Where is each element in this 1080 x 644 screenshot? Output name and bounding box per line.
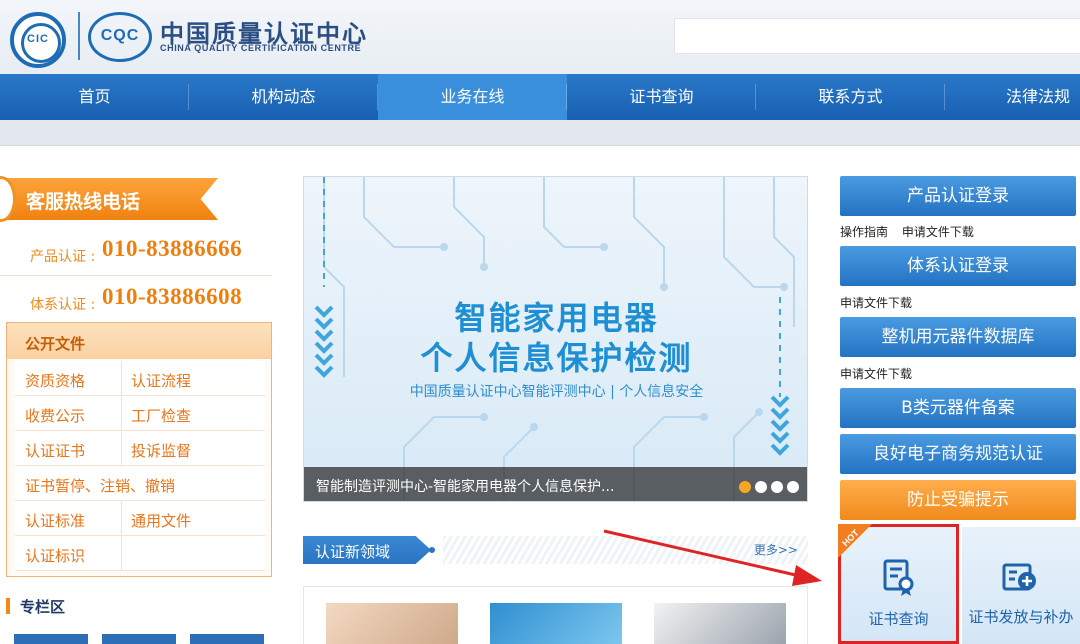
zone-thumb[interactable] (190, 634, 264, 644)
link-certificates[interactable]: 认证证书 (25, 440, 85, 461)
link-operation-guide[interactable]: 操作指南 (840, 225, 888, 239)
banner-subtitle: 中国质量认证中心智能评测中心 | 个人信息安全 (409, 384, 704, 400)
new-fields-section-header: 认证新领域 更多>> (303, 536, 808, 564)
list-item: 认证标识 (15, 536, 265, 571)
link-download-forms[interactable]: 申请文件下载 (902, 225, 974, 239)
thumb-image[interactable] (490, 603, 622, 644)
new-fields-thumbnails (303, 586, 808, 644)
link-standards[interactable]: 认证标准 (25, 510, 85, 531)
certificate-issue-icon (1002, 563, 1036, 591)
site-header: CIC CQC 中国质量认证中心 CHINA QUALITY CERTIFICA… (0, 0, 1080, 74)
system-cert-login-button[interactable]: 体系认证登录 (840, 246, 1076, 286)
link-suspension[interactable]: 证书暂停、注销、撤销 (25, 475, 175, 496)
carousel-dot[interactable] (739, 481, 751, 493)
section-title: 认证新领域 (315, 543, 391, 561)
product-cert-login-button[interactable]: 产品认证登录 (840, 176, 1076, 216)
banner-caption[interactable]: 智能制造评测中心-智能家用电器个人信息保护... (316, 476, 614, 496)
link-factory-inspection[interactable]: 工厂检查 (131, 405, 191, 426)
zone-thumb[interactable] (14, 634, 88, 644)
zone-thumb[interactable] (102, 634, 176, 644)
brand-name-en: CHINA QUALITY CERTIFICATION CENTRE (160, 43, 362, 53)
link-qualification[interactable]: 资质资格 (25, 370, 85, 391)
thumb-image[interactable] (326, 603, 458, 644)
zone-thumbnails (14, 634, 264, 644)
product-cert-links: 操作指南 申请文件下载 (840, 223, 984, 240)
link-process[interactable]: 认证流程 (131, 370, 191, 391)
certificate-icon (883, 559, 914, 596)
carousel-dot[interactable] (755, 481, 767, 493)
cqc-logo[interactable]: CQC (88, 12, 152, 62)
thumb-image[interactable] (654, 603, 786, 644)
link-download-forms[interactable]: 申请文件下载 (840, 296, 912, 310)
list-item: 认证标准 通用文件 (15, 501, 265, 536)
list-item: 认证证书 投诉监督 (15, 431, 265, 466)
carousel-banner[interactable]: 智能家用电器 个人信息保护检测 中国质量认证中心智能评测中心 | 个人信息安全 … (303, 176, 808, 502)
component-database-button[interactable]: 整机用元器件数据库 (840, 317, 1076, 357)
sub-bar (0, 120, 1080, 146)
nav-contact[interactable]: 联系方式 (756, 74, 945, 120)
list-item: 收费公示 工厂检查 (15, 396, 265, 431)
link-fees[interactable]: 收费公示 (25, 405, 85, 426)
banner-title-line2: 个人信息保护检测 (420, 339, 693, 377)
hotline-product: 产品认证 : 010-83886666 (0, 228, 272, 276)
list-item: 证书暂停、注销、撤销 (15, 466, 265, 501)
logo-divider (78, 12, 80, 60)
nav-certificate-query[interactable]: 证书查询 (567, 74, 756, 120)
zone-title: 专栏区 (6, 594, 272, 618)
banner-caption-bar: 智能制造评测中心-智能家用电器个人信息保护... (304, 467, 807, 501)
system-cert-links: 申请文件下载 (840, 294, 922, 311)
hotline-header: 客服热线电话 (0, 176, 218, 222)
fraud-warning-button[interactable]: 防止受骗提示 (840, 480, 1076, 520)
search-input[interactable] (674, 18, 1080, 54)
link-complaints[interactable]: 投诉监督 (131, 440, 191, 461)
certificate-issue-card[interactable]: 证书发放与补办 (962, 527, 1080, 644)
link-download-forms[interactable]: 申请文件下载 (840, 367, 912, 381)
b-class-filing-button[interactable]: B类元器件备案 (840, 388, 1076, 428)
carousel-dot[interactable] (771, 481, 783, 493)
main-nav: 首页 机构动态 业务在线 证书查询 联系方式 法律法规 (0, 74, 1080, 120)
cic-logo[interactable]: CIC (10, 12, 66, 68)
certificate-query-card[interactable]: HOT 证书查询 (838, 524, 959, 644)
nav-laws[interactable]: 法律法规 (945, 74, 1080, 120)
list-item: 资质资格 认证流程 (15, 361, 265, 396)
carousel-dot[interactable] (787, 481, 799, 493)
ecommerce-cert-button[interactable]: 良好电子商务规范认证 (840, 434, 1076, 474)
link-general-files[interactable]: 通用文件 (131, 510, 191, 531)
nav-online-business[interactable]: 业务在线 (378, 74, 567, 120)
public-files-panel: 公开文件 资质资格 认证流程 收费公示 工厂检查 认证证书 投诉监督 证书暂停、注销、… (6, 322, 272, 577)
nav-news[interactable]: 机构动态 (189, 74, 378, 120)
carousel-dots (735, 478, 799, 497)
component-db-links: 申请文件下载 (840, 365, 922, 382)
link-marks[interactable]: 认证标识 (25, 545, 85, 566)
public-files-title: 公开文件 (25, 335, 86, 353)
nav-home[interactable]: 首页 (0, 74, 189, 120)
hotline-system: 体系认证 : 010-83886608 (30, 284, 243, 313)
more-link[interactable]: 更多>> (754, 541, 798, 558)
